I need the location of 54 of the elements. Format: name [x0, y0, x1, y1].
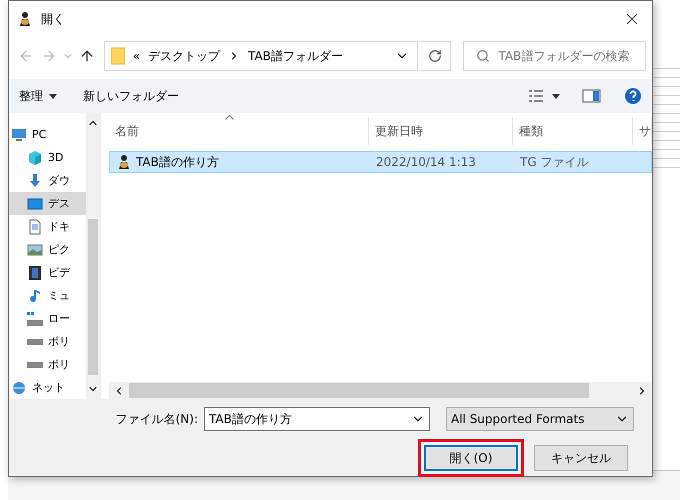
column-header[interactable]: 更新日時	[369, 117, 513, 145]
film-icon	[27, 264, 43, 280]
sidebar-item[interactable]: 3D	[9, 146, 86, 169]
sidebar-item[interactable]: ダウ	[9, 169, 86, 192]
search-field[interactable]: TAB譜フォルダーの検索	[463, 41, 646, 71]
sidebar-item[interactable]: ロー	[9, 307, 86, 330]
sidebar-item[interactable]: ビデ	[9, 261, 86, 284]
download-icon	[27, 172, 43, 188]
drive-icon	[27, 312, 43, 326]
folder-icon	[110, 47, 125, 65]
drive-icon	[27, 362, 43, 368]
vertical-scrollbar[interactable]	[86, 113, 100, 399]
cube-icon	[27, 150, 43, 166]
column-header[interactable]: 名前	[109, 117, 369, 145]
cancel-button[interactable]: キャンセル	[534, 445, 628, 471]
desktop-icon	[27, 196, 43, 212]
column-header[interactable]: サ	[633, 117, 652, 145]
filename-field[interactable]: TAB譜の作り方	[204, 407, 430, 431]
new-folder-button[interactable]: 新しいフォルダー	[83, 88, 179, 104]
file-row[interactable]: TAB譜の作り方 2022/10/14 1:13 TG ファイル	[109, 151, 652, 173]
sidebar-item[interactable]: ドキ	[9, 215, 86, 238]
preview-pane-icon[interactable]	[582, 89, 602, 103]
sidebar-item[interactable]: PC	[9, 123, 86, 146]
sidebar-item[interactable]: ピク	[9, 238, 86, 261]
globe-icon	[11, 380, 27, 396]
organize-menu[interactable]: 整理	[19, 88, 57, 104]
window-title: 開く	[41, 10, 66, 28]
filename-label: ファイル名(N):	[116, 410, 198, 428]
view-list-icon[interactable]	[528, 89, 544, 103]
sidebar-item[interactable]: ボリ	[9, 353, 86, 376]
horizontal-scrollbar[interactable]	[109, 382, 652, 399]
file-type-dropdown[interactable]: All Supported Formats	[446, 407, 634, 431]
music-note-icon	[27, 288, 43, 304]
sidebar-item[interactable]: ボリ	[9, 330, 86, 353]
sidebar-item[interactable]: ミュ	[9, 284, 86, 307]
address-bar[interactable]: « デスクトップ TAB譜フォルダー	[104, 41, 418, 71]
caret-icon	[49, 94, 57, 98]
app-icon	[17, 11, 33, 27]
refresh-icon[interactable]	[420, 41, 452, 71]
breadcrumb-item[interactable]: TAB譜フォルダー	[248, 48, 343, 64]
file-icon	[116, 154, 132, 170]
search-icon	[476, 49, 490, 63]
sidebar-item[interactable]: デス	[9, 192, 86, 215]
sidebar-item[interactable]: ネット	[9, 376, 86, 399]
computer-icon	[11, 126, 27, 142]
document-icon	[27, 218, 43, 234]
caret-icon[interactable]	[552, 94, 560, 98]
breadcrumb-item[interactable]: デスクトップ	[148, 48, 220, 64]
help-icon[interactable]	[624, 87, 642, 105]
drive-icon	[27, 338, 43, 344]
sort-icon	[225, 115, 234, 120]
picture-icon	[27, 242, 43, 258]
column-header[interactable]: 種類	[513, 117, 633, 145]
open-button[interactable]: 開く(O)	[424, 445, 518, 471]
